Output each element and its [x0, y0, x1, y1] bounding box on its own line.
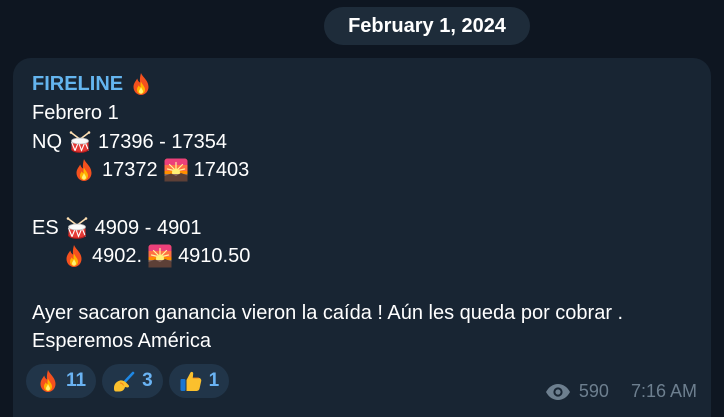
- message-body-2: Esperemos América: [32, 330, 211, 352]
- es-sunrise-value: 4910.50: [178, 244, 251, 267]
- es-label: ES: [32, 216, 59, 239]
- sunrise-icon: [148, 244, 172, 268]
- nq-range-line: NQ 17396 - 17354: [32, 130, 227, 154]
- reaction-count: 3: [142, 370, 153, 391]
- message-body-line: Ayer sacaron ganancia vieron la caída ! …: [32, 302, 623, 325]
- writing-hand-icon: [112, 369, 136, 393]
- message-body-1: Ayer sacaron ganancia vieron la caída ! …: [32, 302, 624, 324]
- nq-fire-value: 17372: [102, 158, 158, 181]
- drum-icon: [65, 216, 89, 240]
- date-separator: February 1, 2024: [324, 7, 530, 45]
- es-targets-line: 4902. 4910.50: [62, 244, 250, 268]
- nq-targets-line: 17372 17403: [72, 158, 249, 182]
- reaction-writing-hand[interactable]: 3: [102, 364, 163, 398]
- es-range-line: ES 4909 - 4901: [32, 216, 201, 240]
- message-meta: 590 7:16 AM: [545, 381, 697, 402]
- nq-sunrise-value: 17403: [193, 158, 250, 181]
- reaction-count: 1: [208, 370, 220, 391]
- date-label: February 1, 2024: [348, 14, 506, 37]
- view-count: 590: [578, 381, 609, 401]
- sunrise-icon: [164, 158, 188, 182]
- eye-icon: [545, 383, 570, 400]
- sender-name[interactable]: FIRELINE: [32, 73, 123, 96]
- nq-label: NQ: [32, 130, 62, 153]
- reaction-thumbs-up[interactable]: 1: [168, 364, 230, 398]
- fire-icon: [129, 72, 153, 96]
- message-time: 7:16 AM: [630, 381, 697, 401]
- message-title: Febrero 1: [32, 102, 119, 124]
- drum-icon: [68, 130, 92, 154]
- es-fire-value: 4902.: [92, 244, 143, 267]
- thumbs-up-icon: [179, 369, 203, 393]
- reactions-bar: 11 3 1: [26, 364, 230, 398]
- message-title-line: Febrero 1: [32, 102, 119, 125]
- message-body-line: Esperemos América: [32, 330, 211, 353]
- sender-header: FIRELINE: [32, 72, 153, 96]
- reaction-fire[interactable]: 11: [26, 364, 97, 398]
- fire-icon: [36, 369, 60, 393]
- reaction-count: 11: [66, 370, 87, 391]
- message-bubble[interactable]: FIRELINE Febrero 1 NQ 17396 - 17354 1737…: [13, 58, 711, 417]
- fire-icon: [72, 158, 96, 182]
- fire-icon: [62, 244, 86, 268]
- nq-range: 17396 - 17354: [98, 130, 228, 153]
- es-range: 4909 - 4901: [94, 216, 202, 239]
